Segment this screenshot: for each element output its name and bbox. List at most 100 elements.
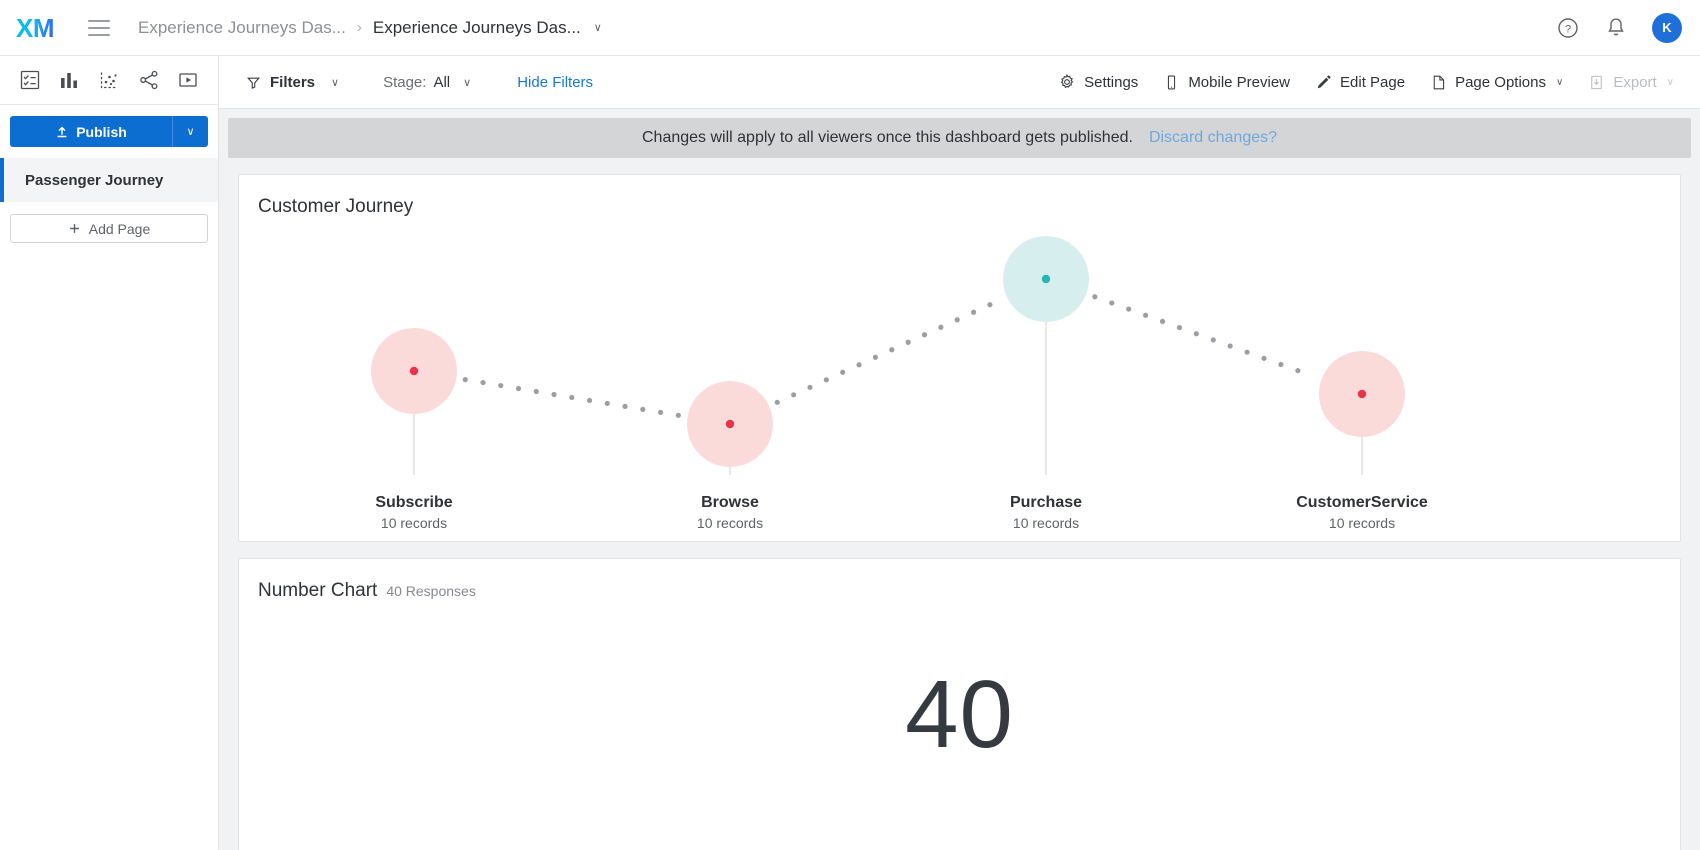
help-circle-icon[interactable]: ? [1556,16,1580,40]
export-download-icon [1588,74,1605,91]
filters-button[interactable]: Filters [246,74,315,91]
page-options-chevron-down-icon: ∨ [1556,77,1563,88]
journey-node-name: Purchase [926,494,1166,512]
number-chart-value: 40 [239,667,1680,763]
left-sidebar: Publish ∨ Passenger Journey Add Page [0,56,219,850]
mobile-preview-label: Mobile Preview [1188,74,1290,91]
journey-connector-dot [1244,350,1249,355]
svg-text:?: ? [1565,23,1571,35]
journey-connector-dot [1295,368,1300,373]
journey-connector-dot [1228,343,1233,348]
export-button[interactable]: Export ∨ [1588,74,1674,91]
stage-filter-value: All [433,74,450,91]
journey-connector-dot [987,302,992,307]
journey-connector-dot [840,370,845,375]
journey-connector-dot [889,347,894,352]
journey-chart [239,175,1538,543]
journey-connector-dot [1109,300,1114,305]
page-options-button[interactable]: Page Options ∨ [1430,74,1563,91]
plus-icon [68,222,81,235]
filters-chevron-down-icon[interactable]: ∨ [331,76,339,89]
journey-connector-dot [498,383,503,388]
scatter-plot-icon[interactable] [95,66,123,94]
journey-node-records: 10 records [610,515,850,531]
gear-icon [1058,73,1076,91]
mobile-phone-icon [1163,74,1180,91]
journey-connector-dot [605,401,610,406]
number-chart-title-row: Number Chart 40 Responses [239,559,1680,602]
journey-connector-dot [516,386,521,391]
journey-connector-dot [1092,294,1097,299]
settings-button[interactable]: Settings [1058,73,1138,91]
journey-connector-dot [791,392,796,397]
discard-changes-link[interactable]: Discard changes? [1149,129,1277,147]
settings-label: Settings [1084,74,1138,91]
stage-filter-dropdown[interactable]: Stage: All ∨ [383,74,471,91]
number-chart-title: Number Chart [258,580,377,602]
dashboard-content: Changes will apply to all viewers once t… [219,109,1700,850]
sidebar-item-passenger-journey[interactable]: Passenger Journey [0,158,218,202]
journey-connector-dot [938,325,943,330]
journey-connector-dot [1160,319,1165,324]
journey-node-label: Subscribe 10 records [294,494,534,531]
journey-node-name: Subscribe [294,494,534,512]
page-options-label: Page Options [1455,74,1546,91]
hamburger-icon[interactable] [82,11,116,45]
mobile-preview-button[interactable]: Mobile Preview [1163,74,1290,91]
share-network-icon[interactable] [135,66,163,94]
stage-filter-key: Stage: [383,74,426,91]
breadcrumb-current[interactable]: Experience Journeys Das... [373,18,581,38]
export-label: Export [1613,74,1656,91]
breadcrumb-separator-icon: › [357,19,362,36]
sidebar-item-label: Passenger Journey [25,172,163,189]
journey-connector-dot [569,395,574,400]
edit-page-button[interactable]: Edit Page [1315,74,1405,91]
filters-label: Filters [270,74,315,91]
publish-area: Publish ∨ [0,105,218,158]
customer-journey-widget: Customer Journey Subscribe10 recordsBrow… [238,174,1681,542]
breadcrumb-parent[interactable]: Experience Journeys Das... [138,18,346,38]
add-page-button[interactable]: Add Page [10,214,208,243]
header-actions: ? K [1556,13,1682,43]
journey-node-records: 10 records [1242,515,1482,531]
pencil-icon [1315,74,1332,91]
top-header: XM Experience Journeys Das... › Experien… [0,0,1700,56]
bar-chart-icon[interactable] [55,66,83,94]
journey-node-name: Browse [610,494,850,512]
toolbar-left-group: Filters ∨ Stage: All ∨ Hide Filters [219,74,593,91]
hide-filters-link[interactable]: Hide Filters [517,74,593,91]
journey-node-dot[interactable] [726,420,734,428]
journey-connector-dot [906,340,911,345]
xm-logo[interactable]: XM [16,15,74,41]
avatar[interactable]: K [1652,13,1682,43]
bell-icon[interactable] [1604,16,1628,40]
funnel-icon [246,75,261,90]
play-video-icon[interactable] [174,66,202,94]
publish-dropdown-chevron-icon[interactable]: ∨ [172,116,208,147]
journey-connector-dot [1143,313,1148,318]
journey-connector-dot [856,362,861,367]
journey-connector-dot [640,407,645,412]
journey-node-records: 10 records [294,515,534,531]
survey-checklist-icon[interactable] [16,66,44,94]
publish-button-label: Publish [76,124,127,140]
journey-node-dot[interactable] [410,367,418,375]
journey-connector-dot [873,355,878,360]
journey-node-records: 10 records [926,515,1166,531]
breadcrumb-chevron-down-icon[interactable]: ∨ [594,21,602,34]
journey-node-label: Browse 10 records [610,494,850,531]
publish-button[interactable]: Publish [10,116,172,147]
journey-connector-dot [971,310,976,315]
journey-node-dot[interactable] [1358,390,1366,398]
journey-connector-dot [1177,325,1182,330]
journey-connector-dot [534,389,539,394]
breadcrumb: Experience Journeys Das... › Experience … [138,18,602,38]
journey-connector-dot [775,400,780,405]
journey-connector-dot [1126,306,1131,311]
journey-connector-dot [676,413,681,418]
journey-node-name: CustomerService [1242,494,1482,512]
journey-node-label: Purchase 10 records [926,494,1166,531]
edit-page-label: Edit Page [1340,74,1405,91]
journey-node-dot[interactable] [1042,275,1050,283]
banner-message: Changes will apply to all viewers once t… [642,129,1133,147]
